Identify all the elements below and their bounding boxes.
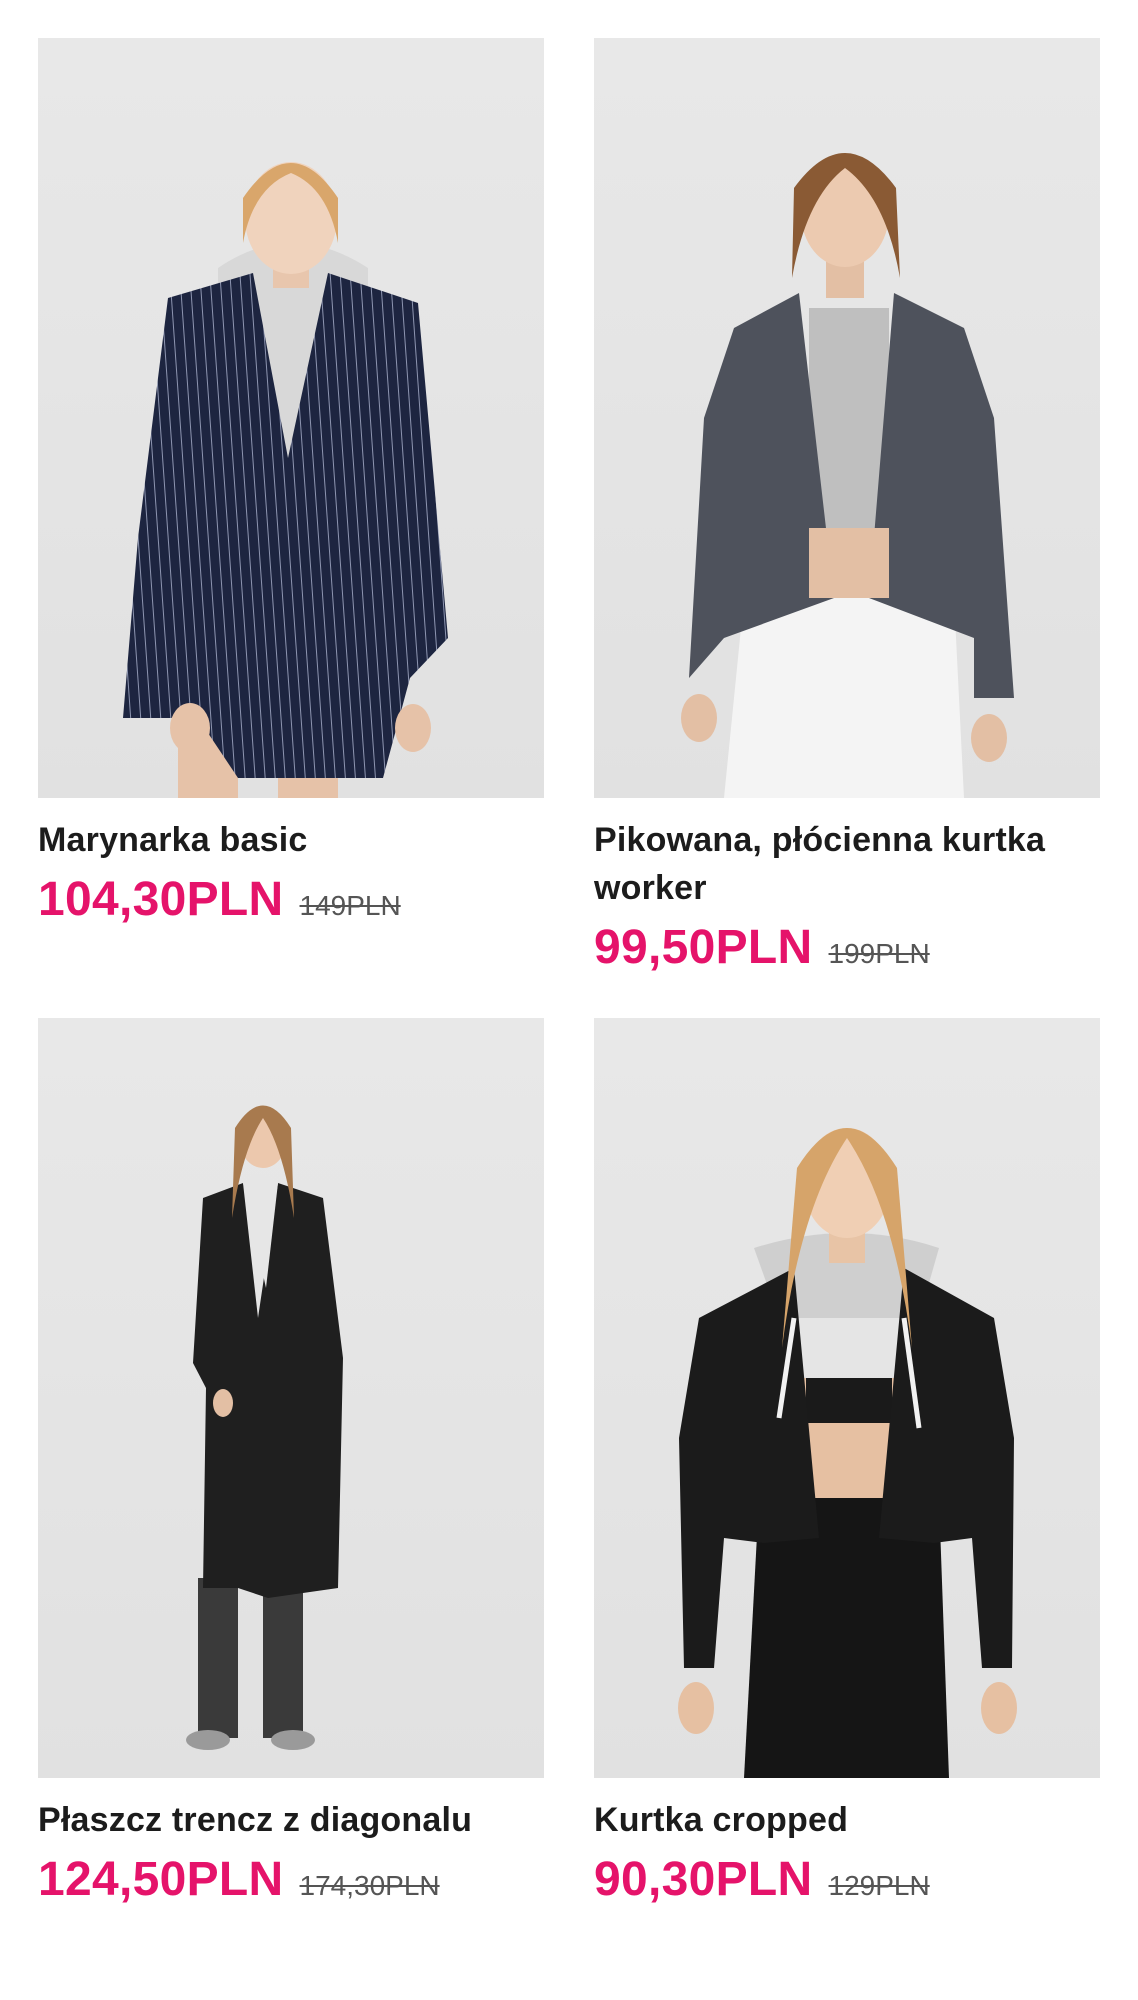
product-name[interactable]: Kurtka cropped [594,1796,1100,1844]
product-card[interactable]: Pikowana, płócienna kurtka worker 99,50P… [594,38,1100,1018]
original-price: 149PLN [299,890,401,921]
original-price: 129PLN [828,1870,930,1901]
sale-price: 99,50PLN [594,921,813,974]
product-grid: Marynarka basic 104,30PLN 149PLN Pikowan… [38,38,1100,1960]
product-image-trench-coat[interactable] [38,1018,544,1778]
sale-price: 104,30PLN [38,873,284,926]
sale-price: 90,30PLN [594,1853,813,1906]
product-image-cropped-jacket[interactable] [594,1018,1100,1778]
product-card[interactable]: Marynarka basic 104,30PLN 149PLN [38,38,544,1018]
sale-price: 124,50PLN [38,1853,284,1906]
price-row: 90,30PLN 129PLN [594,1852,1100,1907]
product-name[interactable]: Płaszcz trencz z diagonalu [38,1796,544,1844]
price-row: 104,30PLN 149PLN [38,872,544,927]
product-card[interactable]: Płaszcz trencz z diagonalu 124,50PLN 174… [38,1018,544,1960]
product-image-worker-jacket[interactable] [594,38,1100,798]
product-image-pinstripe-blazer[interactable] [38,38,544,798]
price-row: 124,50PLN 174,30PLN [38,1852,544,1907]
original-price: 174,30PLN [299,1870,440,1901]
product-name[interactable]: Pikowana, płócienna kurtka worker [594,816,1100,912]
original-price: 199PLN [828,938,930,969]
price-row: 99,50PLN 199PLN [594,920,1100,975]
product-card[interactable]: Kurtka cropped 90,30PLN 129PLN [594,1018,1100,1960]
product-name[interactable]: Marynarka basic [38,816,544,864]
